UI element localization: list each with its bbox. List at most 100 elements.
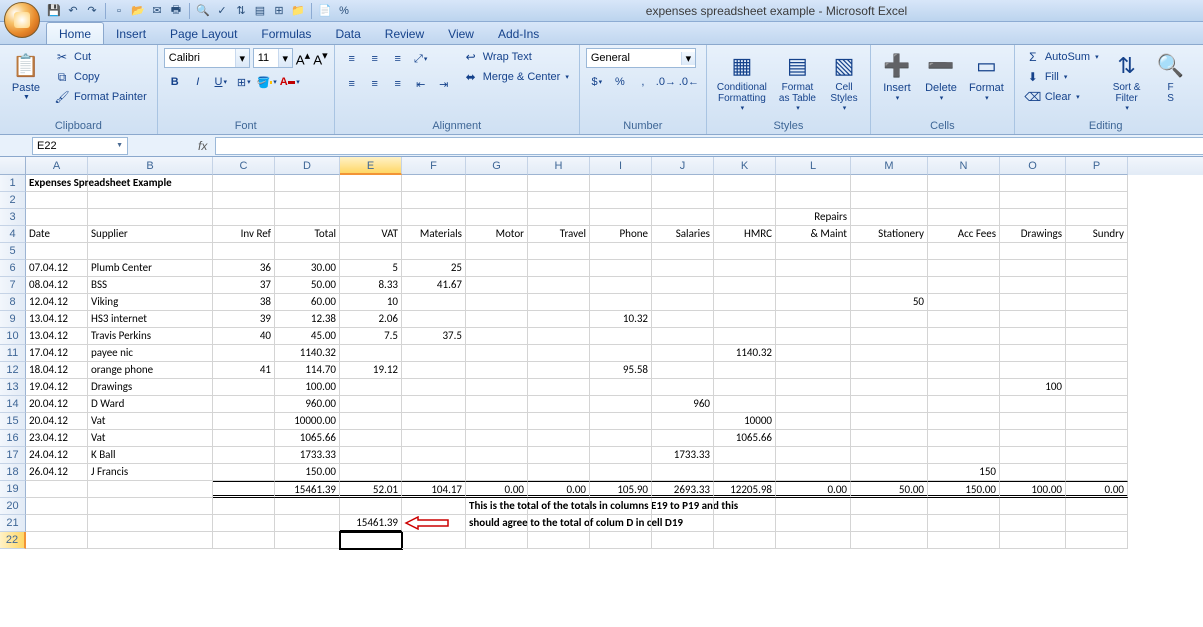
cell-A18[interactable]: 26.04.12 xyxy=(26,464,88,481)
cell-H7[interactable] xyxy=(528,277,590,294)
row-header-2[interactable]: 2 xyxy=(0,192,26,209)
cell-C5[interactable] xyxy=(213,243,275,260)
cell-K6[interactable] xyxy=(714,260,776,277)
cell-A19[interactable] xyxy=(26,481,88,498)
cell-K18[interactable] xyxy=(714,464,776,481)
cell-G15[interactable] xyxy=(466,413,528,430)
cell-M3[interactable] xyxy=(851,209,928,226)
cell-J4[interactable]: Salaries xyxy=(652,226,714,243)
cell-L17[interactable] xyxy=(776,447,851,464)
row-header-20[interactable]: 20 xyxy=(0,498,26,515)
cell-A4[interactable]: Date xyxy=(26,226,88,243)
cell-F20[interactable] xyxy=(402,498,466,515)
cell-I10[interactable] xyxy=(590,328,652,345)
cell-L6[interactable] xyxy=(776,260,851,277)
cell-A10[interactable]: 13.04.12 xyxy=(26,328,88,345)
cell-O21[interactable] xyxy=(1000,515,1066,532)
cell-A15[interactable]: 20.04.12 xyxy=(26,413,88,430)
sort-filter-button[interactable]: ⇅Sort & Filter▾ xyxy=(1107,48,1147,114)
cell-J14[interactable]: 960 xyxy=(652,396,714,413)
cell-F13[interactable] xyxy=(402,379,466,396)
col-header-L[interactable]: L xyxy=(776,157,851,175)
row-header-17[interactable]: 17 xyxy=(0,447,26,464)
copy-button[interactable]: ⧉Copy xyxy=(50,68,151,86)
cell-C1[interactable] xyxy=(213,175,275,192)
delete-cells-button[interactable]: ➖Delete▾ xyxy=(921,48,961,104)
cell-K12[interactable] xyxy=(714,362,776,379)
cell-F19[interactable]: 104.17 xyxy=(402,481,466,498)
cell-C22[interactable] xyxy=(213,532,275,549)
cell-L8[interactable] xyxy=(776,294,851,311)
cell-N3[interactable] xyxy=(928,209,1000,226)
sort-icon[interactable]: ⇅ xyxy=(233,3,249,19)
cell-L20[interactable] xyxy=(776,498,851,515)
bold-button[interactable]: B xyxy=(164,71,186,93)
insert-cells-button[interactable]: ➕Insert▾ xyxy=(877,48,917,104)
cell-P12[interactable] xyxy=(1066,362,1128,379)
cell-A22[interactable] xyxy=(26,532,88,549)
cell-K22[interactable] xyxy=(714,532,776,549)
chevron-down-icon[interactable]: ▾ xyxy=(278,49,292,67)
cell-F3[interactable] xyxy=(402,209,466,226)
cell-E20[interactable] xyxy=(340,498,402,515)
cell-L10[interactable] xyxy=(776,328,851,345)
cell-P17[interactable] xyxy=(1066,447,1128,464)
cell-N17[interactable] xyxy=(928,447,1000,464)
cell-L3[interactable]: Repairs xyxy=(776,209,851,226)
cell-E2[interactable] xyxy=(340,192,402,209)
col-header-O[interactable]: O xyxy=(1000,157,1066,175)
cell-K14[interactable] xyxy=(714,396,776,413)
cell-B5[interactable] xyxy=(88,243,213,260)
cell-I7[interactable] xyxy=(590,277,652,294)
cell-H14[interactable] xyxy=(528,396,590,413)
cell-C8[interactable]: 38 xyxy=(213,294,275,311)
cell-D4[interactable]: Total xyxy=(275,226,340,243)
cell-O15[interactable] xyxy=(1000,413,1066,430)
cell-O6[interactable] xyxy=(1000,260,1066,277)
align-center-button[interactable]: ≡ xyxy=(364,73,386,95)
cell-O17[interactable] xyxy=(1000,447,1066,464)
tab-add-ins[interactable]: Add-Ins xyxy=(486,23,551,44)
cell-C19[interactable] xyxy=(213,481,275,498)
cell-P7[interactable] xyxy=(1066,277,1128,294)
cell-E17[interactable] xyxy=(340,447,402,464)
cell-B3[interactable] xyxy=(88,209,213,226)
cell-O18[interactable] xyxy=(1000,464,1066,481)
cell-A21[interactable] xyxy=(26,515,88,532)
cell-P9[interactable] xyxy=(1066,311,1128,328)
cell-H20[interactable] xyxy=(528,498,590,515)
cell-C3[interactable] xyxy=(213,209,275,226)
col-header-I[interactable]: I xyxy=(590,157,652,175)
select-all-button[interactable] xyxy=(0,157,26,175)
row-header-12[interactable]: 12 xyxy=(0,362,26,379)
cell-E22[interactable] xyxy=(340,532,402,549)
spell-icon[interactable]: ✓ xyxy=(214,3,230,19)
cell-K21[interactable] xyxy=(714,515,776,532)
cell-D5[interactable] xyxy=(275,243,340,260)
cell-H19[interactable]: 0.00 xyxy=(528,481,590,498)
fx-button[interactable]: fx xyxy=(198,139,207,153)
decrease-decimal-button[interactable]: .0← xyxy=(678,71,700,93)
decrease-indent-button[interactable]: ⇤ xyxy=(410,73,432,95)
cell-N13[interactable] xyxy=(928,379,1000,396)
cell-G13[interactable] xyxy=(466,379,528,396)
cell-E21[interactable]: 15461.39 xyxy=(340,515,402,532)
cell-J16[interactable] xyxy=(652,430,714,447)
cell-A2[interactable] xyxy=(26,192,88,209)
cell-J9[interactable] xyxy=(652,311,714,328)
row-header-18[interactable]: 18 xyxy=(0,464,26,481)
cell-K1[interactable] xyxy=(714,175,776,192)
autosum-button[interactable]: ΣAutoSum▾ xyxy=(1021,48,1103,66)
cell-J6[interactable] xyxy=(652,260,714,277)
cell-C4[interactable]: Inv Ref xyxy=(213,226,275,243)
cell-P20[interactable] xyxy=(1066,498,1128,515)
cell-B15[interactable]: Vat xyxy=(88,413,213,430)
cell-J11[interactable] xyxy=(652,345,714,362)
cell-G21[interactable]: should agree to the total of colum D in … xyxy=(466,515,528,532)
cell-I13[interactable] xyxy=(590,379,652,396)
row-header-5[interactable]: 5 xyxy=(0,243,26,260)
number-format-combo[interactable]: General ▾ xyxy=(586,48,696,68)
cell-N4[interactable]: Acc Fees xyxy=(928,226,1000,243)
underline-button[interactable]: U▾ xyxy=(210,71,232,93)
col-header-F[interactable]: F xyxy=(402,157,466,175)
